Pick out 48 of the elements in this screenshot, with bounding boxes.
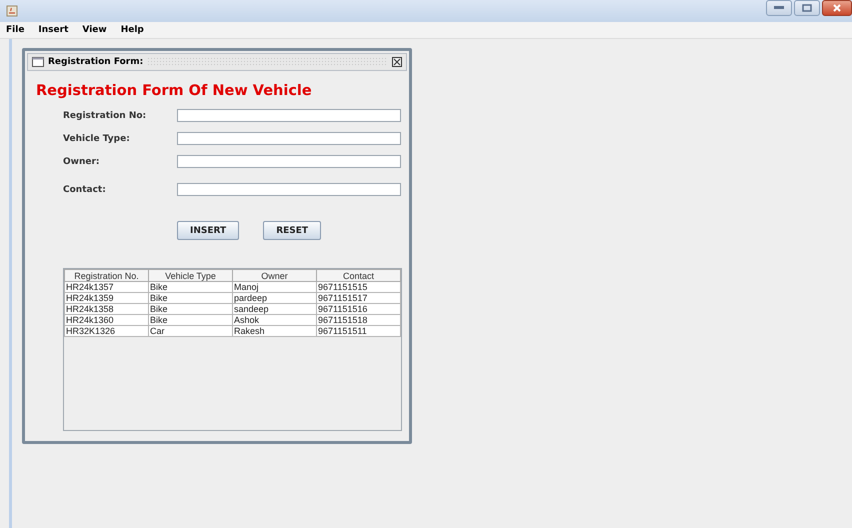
table-cell: pardeep bbox=[232, 292, 316, 304]
table-cell: Bike bbox=[148, 292, 232, 304]
maximize-icon bbox=[802, 4, 812, 12]
input-field[interactable] bbox=[177, 183, 401, 196]
column-header[interactable]: Owner bbox=[232, 270, 316, 282]
table-cell: 9671151517 bbox=[316, 292, 400, 304]
table-cell: Bike bbox=[148, 304, 232, 314]
window-icon bbox=[32, 57, 44, 67]
table-cell: HR24k1360 bbox=[64, 314, 148, 326]
table-cell: HR32K1326 bbox=[64, 326, 148, 336]
field-label: Vehicle Type: bbox=[63, 134, 131, 144]
close-button[interactable] bbox=[822, 0, 852, 16]
input-field[interactable] bbox=[177, 132, 401, 145]
minimize-button[interactable] bbox=[766, 0, 792, 16]
minimize-icon bbox=[774, 6, 784, 10]
form-heading: Registration Form Of New Vehicle bbox=[36, 83, 313, 99]
menu-item[interactable]: View bbox=[80, 25, 109, 35]
table-cell: 9671151516 bbox=[316, 304, 400, 314]
frame-title: Registration Form: bbox=[48, 57, 144, 67]
column-header[interactable]: Registration No. bbox=[64, 270, 148, 282]
close-icon[interactable] bbox=[392, 57, 402, 67]
table-cell: Bike bbox=[148, 282, 232, 292]
field-label: Registration No: bbox=[63, 110, 148, 120]
field-label: Owner: bbox=[63, 156, 101, 166]
table-cell: 9671151511 bbox=[316, 326, 400, 336]
input-field[interactable] bbox=[177, 155, 401, 168]
menu-item[interactable]: Insert bbox=[36, 25, 70, 35]
table-cell: 9671151518 bbox=[316, 314, 400, 326]
form-button[interactable]: INSERT bbox=[177, 221, 240, 240]
form-button[interactable]: RESET bbox=[263, 221, 322, 240]
table-cell: sandeep bbox=[232, 304, 316, 314]
column-header[interactable]: Contact bbox=[316, 270, 400, 282]
table-cell: Bike bbox=[148, 314, 232, 326]
table-cell: HR24k1359 bbox=[64, 292, 148, 304]
menu-item[interactable]: File bbox=[4, 25, 26, 35]
maximize-button[interactable] bbox=[794, 0, 820, 16]
table-cell: Car bbox=[148, 326, 232, 336]
table-cell: HR24k1358 bbox=[64, 304, 148, 314]
input-field[interactable] bbox=[177, 109, 401, 122]
menu-item[interactable]: Help bbox=[118, 25, 146, 35]
table-cell: 9671151515 bbox=[316, 282, 400, 292]
column-header[interactable]: Vehicle Type bbox=[148, 270, 232, 282]
table-cell: Ashok bbox=[232, 314, 316, 326]
table-cell: Manoj bbox=[232, 282, 316, 292]
table-cell: Rakesh bbox=[232, 326, 316, 336]
field-label: Contact: bbox=[63, 184, 107, 194]
table-cell: HR24k1357 bbox=[64, 282, 148, 292]
close-icon bbox=[832, 3, 842, 13]
